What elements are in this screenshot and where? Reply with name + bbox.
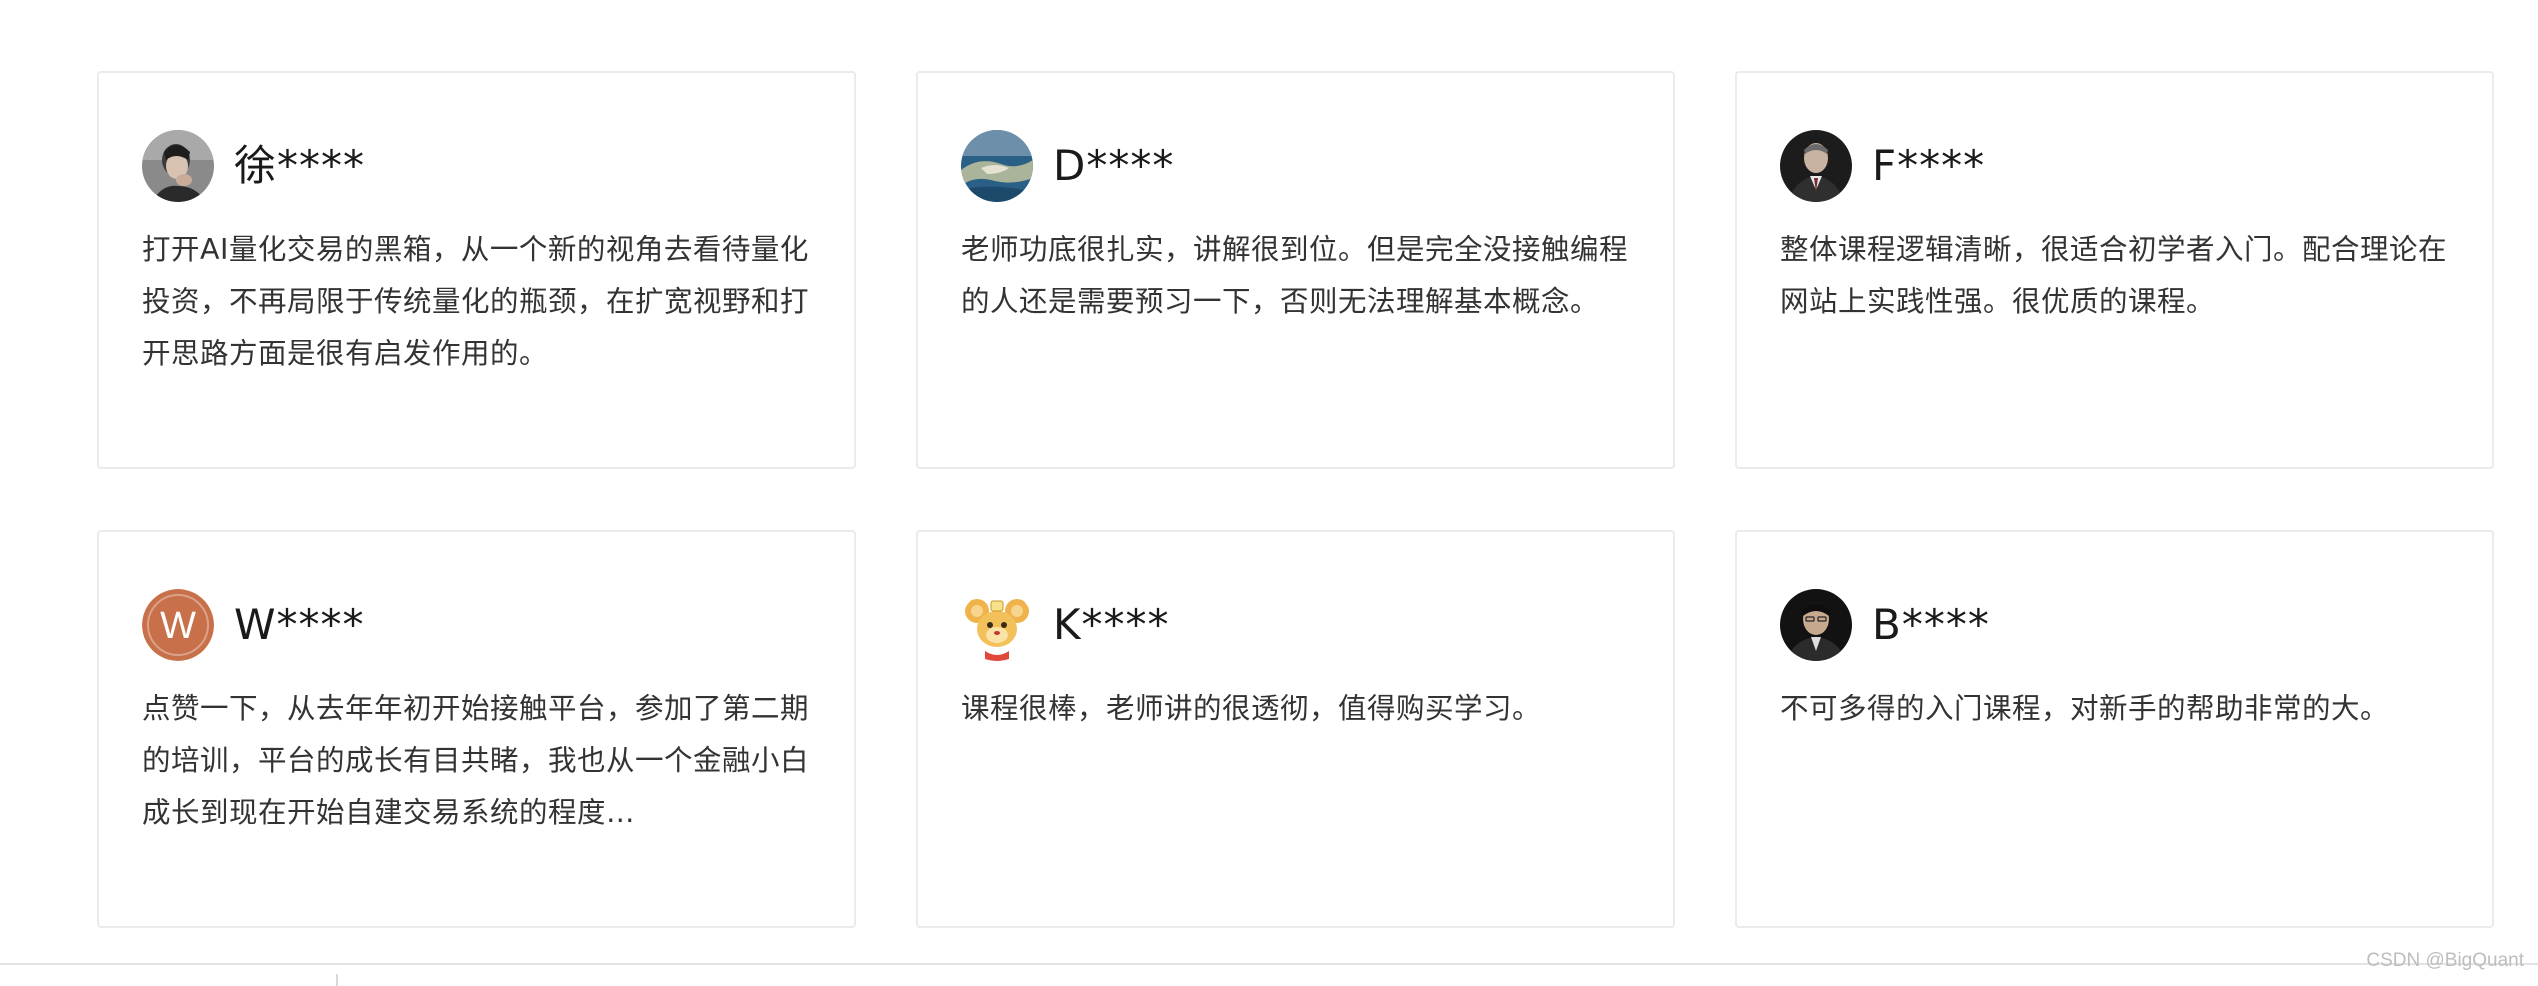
man-portrait-photo-avatar-icon — [1780, 589, 1852, 661]
letter-w-avatar-icon: W — [142, 589, 214, 661]
cartoon-mouse-avatar-icon — [961, 589, 1033, 661]
review-card: D**** 老师功底很扎实，讲解很到位。但是完全没接触编程的人还是需要预习一下，… — [916, 71, 1675, 469]
review-grid: 徐**** 打开AI量化交易的黑箱，从一个新的视角去看待量化投资，不再局限于传统… — [97, 71, 2494, 928]
review-header: 徐**** — [142, 130, 811, 202]
review-text: 点赞一下，从去年年初开始接触平台，参加了第二期的培训，平台的成长有目共睹，我也从… — [142, 692, 810, 829]
review-text: 打开AI量化交易的黑箱，从一个新的视角去看待量化投资，不再局限于传统量化的瓶颈，… — [142, 233, 810, 370]
review-text: 整体课程逻辑清晰，很适合初学者入门。配合理论在网站上实践性强。很优质的课程。 — [1780, 233, 2448, 318]
review-username: F**** — [1872, 141, 1986, 190]
page: 徐**** 打开AI量化交易的黑箱，从一个新的视角去看待量化投资，不再局限于传统… — [0, 0, 2538, 986]
review-card: W W**** 点赞一下，从去年年初开始接触平台，参加了第二期的培训，平台的成长… — [97, 530, 856, 928]
review-card: 徐**** 打开AI量化交易的黑箱，从一个新的视角去看待量化投资，不再局限于传统… — [97, 71, 856, 469]
man-photo-avatar-icon — [142, 130, 214, 202]
review-username: W**** — [234, 600, 365, 649]
suit-man-photo-avatar-icon — [1780, 130, 1852, 202]
coastline-photo-avatar-icon — [961, 130, 1033, 202]
review-header: F**** — [1780, 130, 2449, 202]
review-text: 老师功底很扎实，讲解很到位。但是完全没接触编程的人还是需要预习一下，否则无法理解… — [961, 233, 1629, 318]
review-header: W W**** — [142, 589, 811, 661]
footer-divider — [0, 963, 2538, 965]
review-username: B**** — [1872, 600, 1990, 649]
review-text: 课程很棒，老师讲的很透彻，值得购买学习。 — [961, 692, 1542, 725]
review-text: 不可多得的入门课程，对新手的帮助非常的大。 — [1780, 692, 2390, 725]
divider-tick — [336, 974, 338, 986]
review-header: D**** — [961, 130, 1630, 202]
review-username: D**** — [1053, 141, 1175, 190]
review-header: B**** — [1780, 589, 2449, 661]
review-username: 徐**** — [234, 141, 366, 190]
review-username: K**** — [1053, 600, 1170, 649]
review-header: K**** — [961, 589, 1630, 661]
review-card: K**** 课程很棒，老师讲的很透彻，值得购买学习。 — [916, 530, 1675, 928]
review-card: F**** 整体课程逻辑清晰，很适合初学者入门。配合理论在网站上实践性强。很优质… — [1735, 71, 2494, 469]
svg-text:W: W — [160, 605, 196, 647]
watermark: CSDN @BigQuant — [2366, 950, 2524, 971]
review-card: B**** 不可多得的入门课程，对新手的帮助非常的大。 — [1735, 530, 2494, 928]
